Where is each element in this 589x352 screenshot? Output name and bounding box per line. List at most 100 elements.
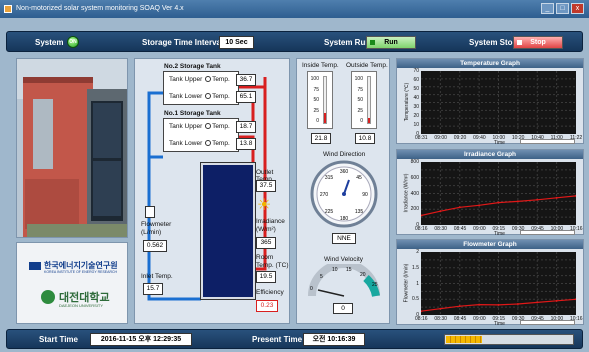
x-tick-label: 08:16 — [415, 226, 428, 232]
flowmeter-scrollbar[interactable] — [520, 320, 575, 325]
progress-bar — [444, 334, 574, 345]
x-tick-label: 09:00 — [434, 135, 447, 141]
solar-collector — [200, 162, 256, 300]
tank1-lower-temp-word: Temp. — [212, 140, 230, 147]
tank2-upper-label: Tank Upper — [169, 76, 203, 83]
x-tick-label: 10:00 — [492, 135, 506, 141]
flowmeter-label: Flowmeter (L/min) — [141, 221, 172, 236]
stop-button[interactable]: Stop — [513, 36, 563, 49]
dir-tick-90: 90 — [362, 192, 368, 198]
system-stop-label: System Stop — [469, 38, 518, 47]
progress-fill — [446, 336, 482, 343]
tank2-lower-temp: 65.1 — [236, 91, 256, 103]
tank2-lower-indicator — [205, 93, 212, 99]
x-tick-label: 08:45 — [453, 226, 467, 232]
x-tick-label: 10:00 — [550, 316, 564, 322]
inside-scale-100: 100 — [310, 76, 319, 82]
tank1-lower-label: Tank Lower — [169, 140, 203, 147]
building-photo — [16, 58, 128, 238]
outside-scale-0: 0 — [360, 118, 363, 124]
inside-temp-label: Inside Temp. — [302, 62, 339, 69]
tank2-lower-temp-word: Temp. — [212, 93, 230, 100]
x-tick-label: 08:30 — [434, 226, 447, 232]
y-tick-label: 0.5 — [412, 296, 419, 303]
kier-subtitle: KOREA INSTITUTE OF ENERGY RESEARCH — [44, 270, 118, 274]
y-tick-label: 400 — [410, 190, 419, 197]
irradiance-value: 365 — [256, 237, 276, 249]
inside-mercury — [324, 112, 326, 123]
chart-svg-2 — [420, 252, 577, 315]
tank2-upper-indicator — [205, 76, 212, 82]
inlet-temp-label: Inlet Temp. — [141, 273, 173, 280]
irradiance-plot — [420, 162, 577, 225]
tank2-upper-temp-word: Temp. — [212, 76, 230, 83]
outside-scale-75: 75 — [357, 86, 363, 93]
inside-scale-75: 75 — [313, 86, 319, 93]
dir-tick-360: 360 — [340, 169, 349, 175]
temperature-graph-title: Temperature Graph — [397, 59, 583, 68]
irradiance-scrollbar[interactable] — [520, 230, 575, 235]
present-time-value: 오전 10:16:39 — [303, 333, 365, 346]
y-tick-label: 200 — [410, 206, 419, 213]
inside-thermometer: 100 75 50 25 0 — [307, 71, 333, 129]
storage-tank-2: Tank Upper Temp. Tank Lower Temp. — [163, 71, 239, 105]
outside-scale-50: 50 — [357, 97, 363, 103]
inside-mercury-tube — [323, 76, 327, 124]
x-tick-label: 09:15 — [492, 226, 506, 232]
x-tick-label: 10:20 — [511, 135, 525, 141]
present-time-label: Present Time — [252, 335, 303, 344]
data-point — [497, 303, 500, 306]
dju-logo-icon — [41, 290, 55, 304]
tank1-upper-indicator — [205, 123, 212, 129]
temperature-scrollbar[interactable] — [520, 139, 575, 144]
data-point — [478, 303, 481, 306]
stop-button-label: Stop — [530, 39, 546, 46]
y-tick-label: 50 — [413, 86, 419, 92]
maximize-button[interactable]: □ — [556, 3, 569, 14]
wind-velocity-needle — [317, 289, 345, 297]
tank1-upper-temp: 18.7 — [236, 121, 256, 133]
x-tick-label: 11:22 — [570, 135, 583, 141]
storage-tank-1: Tank Upper Temp. Tank Lower Temp. — [163, 118, 239, 152]
tank1-title: No.1 Storage Tank — [164, 110, 221, 117]
x-tick-label: 10:00 — [550, 226, 564, 232]
chart-svg-1 — [420, 162, 577, 225]
data-point — [536, 198, 539, 201]
inside-scale-0: 0 — [316, 118, 319, 124]
data-point — [516, 302, 519, 305]
x-tick-label: 09:30 — [511, 316, 525, 322]
tank1-upper-temp-word: Temp. — [212, 123, 230, 130]
flowmeter-graph-title: Flowmeter Graph — [397, 240, 583, 249]
wind-velocity-label: Wind Velocity — [324, 256, 364, 263]
data-point — [536, 301, 539, 304]
y-tick-label: 40 — [413, 95, 419, 101]
status-bar: Start Time 2016-11-15 오후 12:29:35 Presen… — [6, 329, 583, 349]
x-tick-label: 09:15 — [492, 316, 506, 322]
tank1-lower-indicator — [205, 140, 212, 146]
y-tick-label: 30 — [413, 104, 419, 110]
flowmeter-value: 0.562 — [143, 240, 167, 252]
temperature-plot — [421, 71, 576, 134]
run-button[interactable]: Run — [366, 36, 416, 49]
data-point — [439, 210, 442, 213]
stop-icon — [517, 40, 522, 45]
wind-direction-label: Wind Direction — [323, 151, 366, 158]
room-temp-label: Room Temp. (TC) — [256, 254, 289, 269]
wind-velocity-gauge: 0 5 10 15 20 25 — [308, 264, 380, 297]
window-title: Non-motorized solar system monitoring SO… — [16, 5, 184, 12]
weather-panel: Inside Temp. Outside Temp. 100 75 50 25 0 10… — [296, 58, 390, 324]
dir-tick-135: 135 — [355, 209, 364, 215]
outside-mercury — [368, 117, 370, 123]
minimize-button[interactable]: _ — [541, 3, 554, 14]
y-tick-label: 60 — [413, 77, 419, 83]
interval-value[interactable]: 10 Sec — [219, 36, 254, 49]
start-time-value: 2016-11-15 오후 12:29:35 — [90, 333, 192, 346]
room-temp-value: 19.5 — [256, 271, 276, 283]
data-point — [458, 206, 461, 209]
flowmeter-plot — [420, 252, 577, 315]
outside-temp-label: Outside Temp. — [346, 62, 388, 69]
close-button[interactable]: x — [571, 3, 584, 14]
x-tick-label: 08:31 — [415, 135, 428, 141]
data-point — [555, 299, 558, 302]
outside-thermometer: 100 75 50 25 0 — [351, 71, 377, 129]
